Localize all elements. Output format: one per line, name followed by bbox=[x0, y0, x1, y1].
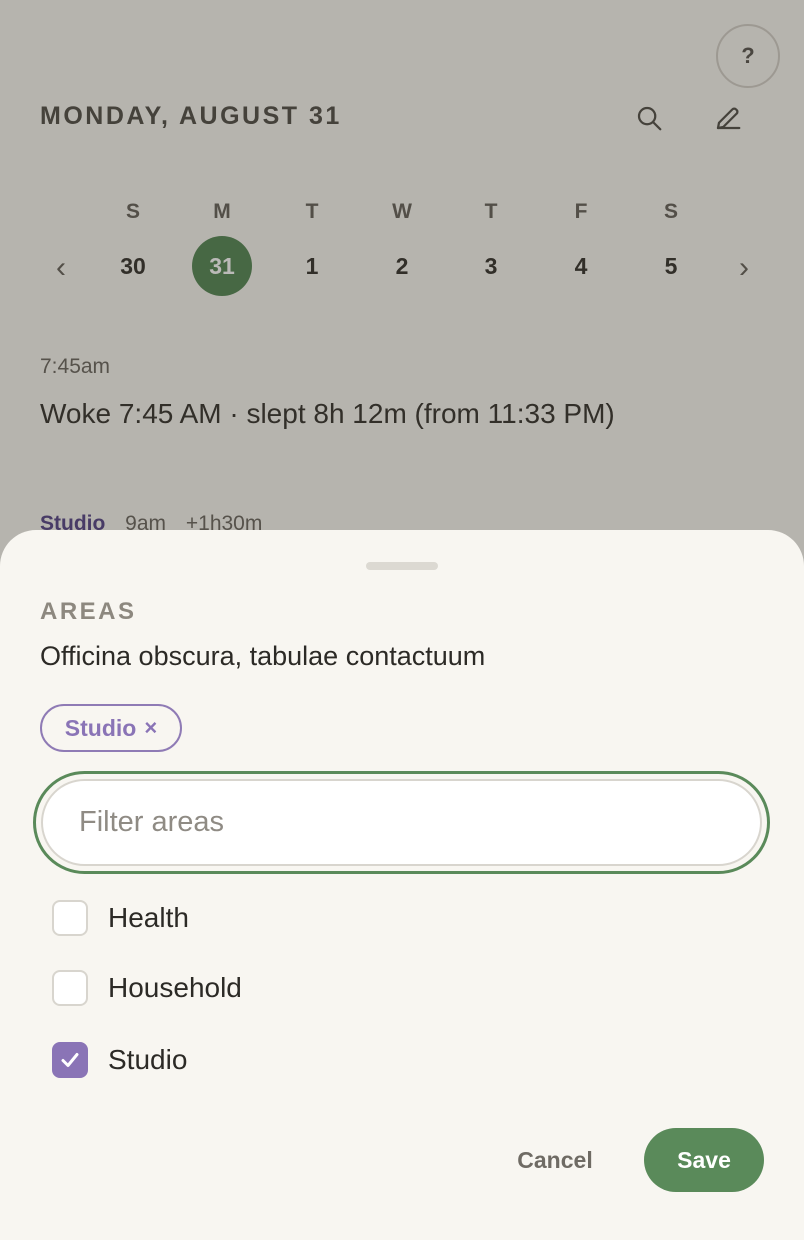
checkbox[interactable] bbox=[52, 970, 88, 1006]
areas-bottom-sheet: AREAS Officina obscura, tabulae contactu… bbox=[0, 530, 804, 1240]
option-label: Studio bbox=[108, 1044, 188, 1075]
option-label: Household bbox=[108, 972, 242, 1003]
filter-focus-ring bbox=[33, 771, 770, 874]
option-label: Health bbox=[108, 902, 189, 933]
cancel-button[interactable]: Cancel bbox=[500, 1128, 610, 1192]
sheet-grabber[interactable] bbox=[366, 562, 438, 570]
filter-input[interactable] bbox=[41, 779, 762, 866]
save-button[interactable]: Save bbox=[644, 1128, 764, 1192]
checkmark-icon bbox=[61, 1053, 79, 1067]
checkbox-checked[interactable] bbox=[52, 1042, 88, 1078]
chip-label: Studio bbox=[64, 714, 137, 741]
selected-area-chip[interactable]: Studio × bbox=[40, 704, 182, 752]
area-option-household[interactable]: Household bbox=[52, 968, 552, 1008]
checkbox[interactable] bbox=[52, 900, 88, 936]
remove-icon[interactable]: × bbox=[144, 715, 157, 741]
area-option-health[interactable]: Health bbox=[52, 898, 552, 938]
sheet-title: Officina obscura, tabulae contactuum bbox=[40, 641, 486, 671]
area-option-studio[interactable]: Studio bbox=[52, 1040, 552, 1080]
sheet-label: AREAS bbox=[40, 598, 137, 625]
